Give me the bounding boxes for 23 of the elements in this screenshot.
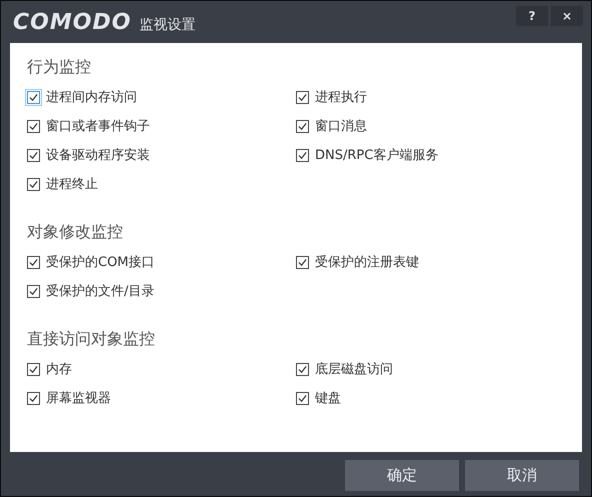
checkbox-option[interactable]: 屏幕监视器 (27, 388, 296, 408)
section-heading: 对象修改监控 (27, 222, 124, 243)
app-logo: COMODO (13, 10, 132, 34)
checkbox-option[interactable]: 内存 (27, 359, 296, 379)
checkbox-option[interactable]: 进程间内存访问 (27, 87, 296, 107)
checkbox-option[interactable]: 设备驱动程序安装 (27, 145, 296, 165)
checkbox-option[interactable]: 进程执行 (296, 87, 565, 107)
checkbox-option[interactable]: 底层磁盘访问 (296, 359, 565, 379)
ok-button[interactable]: 确定 (345, 460, 459, 491)
checkbox-option[interactable]: 受保护的注册表键 (296, 252, 565, 272)
checkbox-option[interactable]: 键盘 (296, 388, 565, 408)
checkbox-option[interactable]: 受保护的COM接口 (27, 252, 296, 272)
cancel-button[interactable]: 取消 (465, 460, 579, 491)
checkbox-option[interactable]: 进程终止 (27, 174, 296, 194)
section-heading: 行为监控 (27, 57, 92, 78)
close-button[interactable]: × (551, 6, 583, 26)
checkbox-option[interactable]: 窗口消息 (296, 116, 565, 136)
help-button[interactable]: ? (516, 6, 548, 26)
window-title: 监视设置 (139, 16, 196, 34)
checkbox-option[interactable]: DNS/RPC客户端服务 (296, 145, 565, 165)
checkbox-option[interactable]: 窗口或者事件钩子 (27, 116, 296, 136)
section-heading: 直接访问对象监控 (27, 329, 156, 350)
checkbox-option[interactable]: 受保护的文件/目录 (27, 281, 296, 301)
